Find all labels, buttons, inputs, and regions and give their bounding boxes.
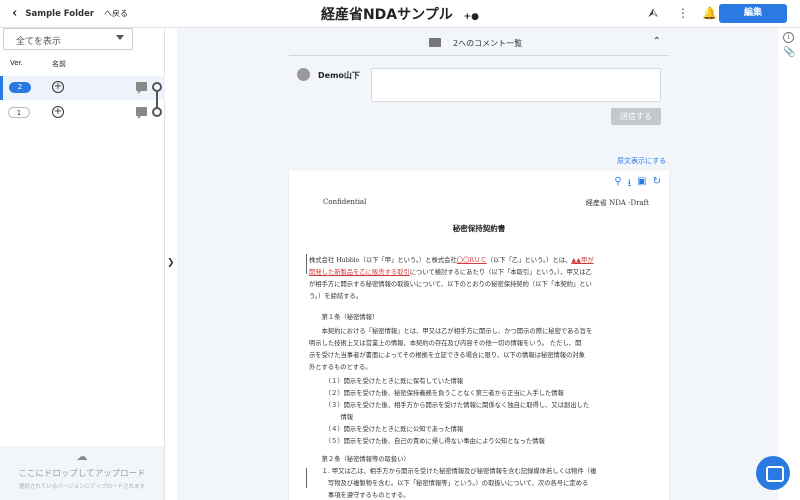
main-panel: 2へのコメント一覧 ⌃ Demo山下 送信する 原文表示にする ⚲ ⭳ ▣ ↻ … (177, 28, 778, 500)
document-line: 示を受けた当事者が書面によってその根拠を立証できる場合に限り、以下の情報は秘密情… (309, 350, 585, 359)
version-tree-node (152, 82, 162, 92)
line-text: （２）開示を受けた後、秘密保持義務を負うことなく第三者から正当に入手した情報 (309, 390, 564, 397)
drop-zone-subtitle: 選択されているバージョンにアップロードされます (18, 484, 146, 490)
document-line: （１）開示を受けたときに既に保有していた情報 (309, 376, 463, 385)
draft-label: 経産省 NDA -Draft (585, 199, 649, 207)
document-line: 株式会社 Hubble（以下「甲」という。）と株式会社〇〇RＵＣ（以下「乙」とい… (309, 255, 594, 264)
document-line: （３）開示を受けた後、相手方から開示を受けた情報に関係なく独自に取得し、又は創出… (309, 400, 589, 409)
chat-icon[interactable] (756, 456, 790, 490)
add-version-icon[interactable]: + (52, 81, 64, 93)
document-line: （５）開示を受けた後、自己の責めに帰し得ない事由により公知となった情報 (309, 436, 545, 445)
right-rail: i 📎 (778, 28, 800, 500)
chevron-left-icon: ‹ (12, 6, 18, 21)
line-text: 写物及び複製物を含む。以下「秘密情報等」という。）の取扱いについて、次の各号に定… (309, 480, 589, 487)
document-line: （２）開示を受けた後、秘密保持義務を負うことなく第三者から正当に入手した情報 (309, 388, 564, 397)
comment-input[interactable] (371, 68, 661, 102)
download-icon[interactable]: ⭳ (628, 176, 632, 193)
line-text: （１）開示を受けたときに既に保有していた情報 (309, 378, 464, 385)
line-text: う。）を締結する。 (309, 293, 363, 300)
add-person-icon[interactable]: +● (464, 12, 479, 22)
comment-list-header[interactable]: 2へのコメント一覧 ⌃ (289, 32, 669, 56)
back-label: へ戻る (104, 9, 129, 18)
document-line: 本契約における「秘密情報」とは、甲又は乙が相手方に開示し、かつ開示の際に秘密であ… (309, 326, 593, 335)
drop-zone-title: ここにドロップしてアップロード (18, 469, 146, 479)
document-line: う。）を締結する。 (309, 291, 362, 300)
document-line: が相手方に開示する秘密情報の取扱いについて、以下のとおりの秘密保持契約（以下「本… (309, 279, 592, 288)
version-badge: 2 (9, 82, 31, 93)
version-badge: 1 (8, 107, 30, 118)
line-text: 示を受けた当事者が書面によってその根拠を立証できる場合に限り、以下の情報は秘密情… (309, 352, 585, 359)
cloud-upload-icon: ☁ (76, 450, 88, 463)
line-text: 第１条（秘密情報） (309, 314, 379, 321)
expand-sidebar-icon[interactable]: ❯ (167, 258, 175, 268)
version-row-2[interactable]: 2 + (0, 76, 165, 100)
send-comment-button[interactable]: 送信する (611, 108, 661, 125)
show-original-link[interactable]: 原文表示にする (617, 156, 666, 166)
comment-user-name: Demo山下 (318, 71, 360, 80)
document-line: （４）開示を受けたときに既に公知であった情報 (309, 424, 463, 433)
redline-text: 開発した新製品を乙に販売する取引 (309, 269, 410, 276)
version-row-1[interactable]: 1 + (0, 101, 165, 125)
document-line: 情報 (309, 412, 353, 421)
chevron-up-icon[interactable]: ⌃ (653, 36, 661, 47)
edit-button[interactable]: 編集 (719, 4, 787, 23)
line-text: 第２条（秘密情報等の取扱い） (309, 456, 410, 463)
change-marker (306, 254, 307, 274)
line-text: 外とするものとする。 (309, 364, 372, 371)
version-sidebar: 全てを表示 Ver. 名前 2 + 1 + ☁ ここにドロップしてアップロード … (0, 28, 165, 500)
filter-value: 全てを表示 (16, 37, 61, 47)
line-text: 情報 (309, 414, 354, 421)
change-marker (306, 468, 307, 488)
line-text: 株式会社 Hubble（以下「甲」という。）と株式会社 (309, 257, 457, 264)
bell-icon[interactable]: 🔔 (702, 6, 717, 20)
version-tree-node (152, 107, 162, 117)
document-page: ⚲ ⭳ ▣ ↻ Confidential 経産省 NDA -Draft 秘密保持… (289, 170, 669, 500)
document-line: 開発した新製品を乙に販売する取引について検討するにあたり（以下「本取引」という。… (309, 267, 592, 276)
caret-down-icon (116, 35, 124, 40)
back-button[interactable]: ‹ Sample Folder へ戻る (12, 6, 128, 21)
more-vert-icon[interactable]: ⋮ (677, 6, 689, 20)
column-header-name: 名前 (52, 60, 66, 68)
comment-icon[interactable] (136, 107, 147, 119)
document-line: 明示した技術上又は営業上の情報、本契約の存在及び内容その他一切の情報をいう。 た… (309, 338, 581, 347)
line-text: （以下「乙」という。）とは、 (486, 257, 572, 264)
redline-text: ▲▲甲が (571, 257, 594, 264)
add-version-icon[interactable]: + (52, 106, 64, 118)
refresh-icon[interactable]: ↻ (653, 176, 661, 193)
line-text: が相手方に開示する秘密情報の取扱いについて、以下のとおりの秘密保持契約（以下「本… (309, 281, 592, 288)
document-line: 外とするものとする。 (309, 362, 372, 371)
top-bar: ‹ Sample Folder へ戻る 経産省NDAサンプル +● ⮙ ⋮ 🔔 … (0, 0, 800, 28)
folder-name: Sample Folder (25, 8, 95, 19)
upload-drop-zone[interactable]: ☁ ここにドロップしてアップロード 選択されているバージョンにアップロードされま… (0, 446, 164, 500)
document-line: 写物及び複製物を含む。以下「秘密情報等」という。）の取扱いについて、次の各号に定… (309, 478, 588, 487)
version-filter-select[interactable]: 全てを表示 (3, 28, 133, 50)
document-title: 経産省NDAサンプル (320, 7, 453, 23)
line-text: 明示した技術上又は営業上の情報、本契約の存在及び内容その他一切の情報をいう。 た… (309, 340, 582, 347)
redline-text: 〇〇RＵＣ (456, 257, 487, 264)
line-text: 事項を遵守するものとする。 (309, 492, 410, 499)
document-heading: 秘密保持契約書 (452, 224, 506, 233)
document-line: 事項を遵守するものとする。 (309, 490, 410, 499)
line-text: （５）開示を受けた後、自己の責めに帰し得ない事由により公知となった情報 (309, 438, 545, 445)
column-header-version: Ver. (10, 59, 24, 67)
comment-list-title: 2へのコメント一覧 (453, 39, 523, 48)
document-line: 第１条（秘密情報） (309, 312, 379, 321)
upload-icon[interactable]: ⮙ (648, 6, 658, 21)
comment-icon (429, 38, 441, 47)
line-text: について検討するにあたり（以下「本取引」という。）、甲又は乙 (409, 269, 592, 276)
line-text: （４）開示を受けたときに既に公知であった情報 (309, 426, 464, 433)
document-toolbar: ⚲ ⭳ ▣ ↻ (614, 176, 661, 193)
lock-icon[interactable]: ▣ (637, 176, 646, 193)
paperclip-icon[interactable]: 📎 (783, 48, 795, 59)
info-icon[interactable]: i (783, 32, 794, 43)
zoom-icon[interactable]: ⚲ (614, 176, 621, 193)
document-line: 第２条（秘密情報等の取扱い） (309, 454, 410, 463)
comment-icon[interactable] (136, 82, 147, 94)
line-text: １. 甲又は乙は、相手方から開示を受けた秘密情報及び秘密情報を含む記録媒体若しく… (309, 468, 597, 475)
confidential-label: Confidential (323, 198, 367, 206)
document-line: １. 甲又は乙は、相手方から開示を受けた秘密情報及び秘密情報を含む記録媒体若しく… (309, 466, 597, 475)
avatar (297, 68, 310, 81)
line-text: 本契約における「秘密情報」とは、甲又は乙が相手方に開示し、かつ開示の際に秘密であ… (309, 328, 593, 335)
line-text: （３）開示を受けた後、相手方から開示を受けた情報に関係なく独自に取得し、又は創出… (309, 402, 590, 409)
